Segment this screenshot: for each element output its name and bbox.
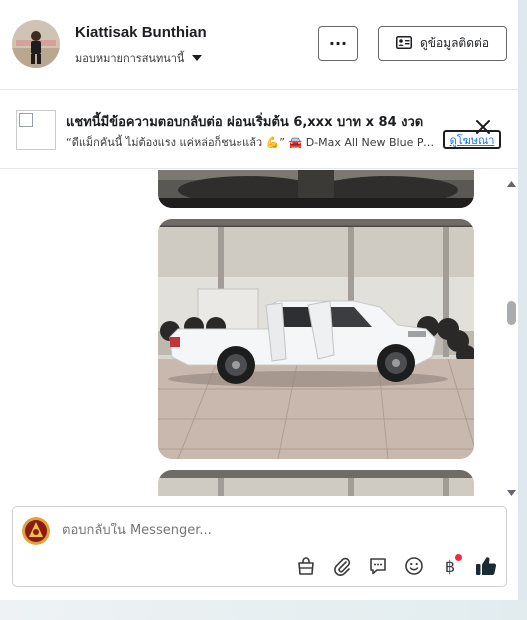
scroll-up-arrow-icon[interactable]: [506, 173, 517, 192]
shopping-bag-icon[interactable]: [294, 555, 318, 577]
assign-conversation[interactable]: มอบหมายการสนทนานี้: [75, 49, 203, 67]
ad-thumbnail[interactable]: [16, 110, 56, 150]
car-photo-next[interactable]: [158, 470, 474, 496]
composer-toolbar: ฿: [294, 554, 498, 577]
smiley-icon[interactable]: [402, 555, 426, 577]
thumbs-up-icon[interactable]: [474, 555, 498, 577]
avatar[interactable]: [12, 20, 60, 68]
car-photo-interior[interactable]: [158, 170, 474, 208]
ad-title: แชทนี้มีข้อความตอบกลับต่อ ผ่อนเริ่มต้น 6…: [66, 115, 424, 130]
baht-symbol: ฿: [444, 556, 456, 576]
reply-composer: ฿: [12, 506, 507, 587]
notification-dot: [455, 554, 462, 561]
window-edge: [518, 0, 527, 620]
view-ad-link[interactable]: ดูโฆษณา: [443, 130, 501, 149]
close-icon[interactable]: [474, 118, 492, 136]
page-avatar: [22, 517, 50, 545]
baht-icon[interactable]: ฿: [438, 554, 462, 577]
window-bottom-edge: [0, 600, 527, 620]
reply-input[interactable]: [62, 523, 462, 538]
conversation-header: Kiattisak Bunthian มอบหมายการสนทนานี้ ··…: [0, 0, 518, 90]
scroll-down-arrow-icon[interactable]: [506, 482, 517, 496]
paperclip-icon[interactable]: [330, 555, 354, 577]
car-photo-side[interactable]: [158, 219, 474, 459]
contact-card-icon: [395, 35, 412, 52]
ad-description: “ดีแม็กคันนี้ ไม่ต้องแรง แค่หล่อก็ชนะแล้…: [66, 136, 438, 149]
assign-conversation-label: มอบหมายการสนทนานี้: [75, 52, 185, 65]
more-icon: ···: [328, 34, 348, 53]
contact-name[interactable]: Kiattisak Bunthian: [75, 24, 207, 41]
ad-referral-banner: แชทนี้มีข้อความตอบกลับต่อ ผ่อนเริ่มต้น 6…: [0, 91, 518, 169]
message-media-list: [0, 170, 518, 496]
more-options-button[interactable]: ···: [318, 26, 358, 61]
scrollbar-thumb[interactable]: [507, 301, 516, 325]
caret-down-icon: [192, 55, 203, 61]
broken-image-icon: [19, 113, 33, 127]
view-contact-label: ดูข้อมูลติดต่อ: [419, 36, 490, 50]
chat-bubble-icon[interactable]: [366, 555, 390, 577]
view-contact-button[interactable]: ดูข้อมูลติดต่อ: [378, 26, 507, 61]
messenger-panel: Kiattisak Bunthian มอบหมายการสนทนานี้ ··…: [0, 0, 518, 600]
